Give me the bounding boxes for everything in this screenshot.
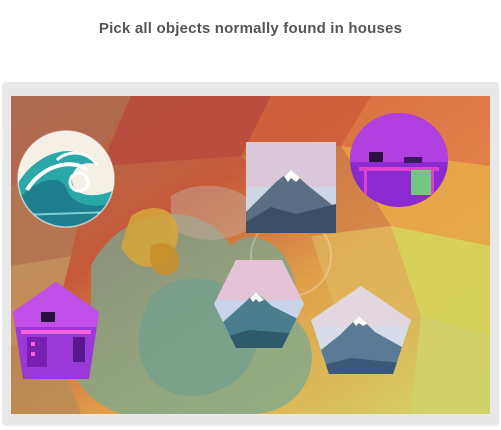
captcha-image-canvas (11, 96, 490, 414)
tile-neon-desk-pentagon[interactable] (13, 282, 99, 379)
captcha-instruction: Pick all objects normally found in house… (98, 20, 403, 37)
tile-ocean-wave[interactable] (17, 130, 115, 228)
tile-mountain-pentagon[interactable] (311, 286, 411, 374)
tile-mountain-square[interactable] (246, 142, 336, 233)
tile-neon-desk-circle[interactable] (349, 112, 449, 209)
tile-mountain-hexagon[interactable] (214, 260, 304, 348)
